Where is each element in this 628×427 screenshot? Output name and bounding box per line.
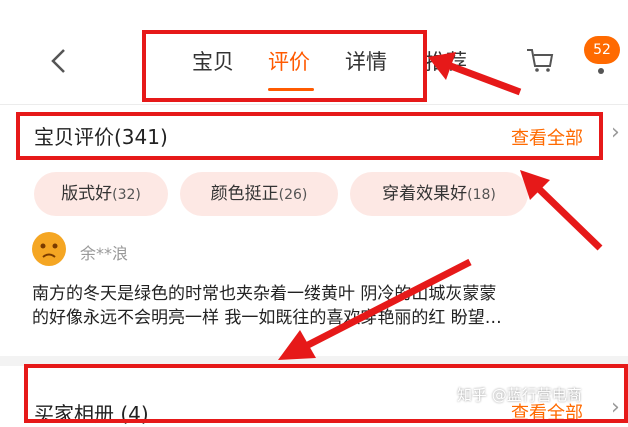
cart-button[interactable] (525, 46, 555, 74)
reviewer-name: 余**浪 (80, 244, 129, 263)
highlight-box-reviews (16, 112, 603, 160)
avatar (32, 232, 66, 266)
review-tag[interactable]: 颜色挺正(26) (180, 172, 338, 216)
back-button[interactable] (44, 44, 74, 78)
tag-count: (18) (467, 187, 496, 203)
chevron-right-icon: › (611, 120, 620, 145)
tag-label: 颜色挺正 (210, 184, 279, 204)
more-dot-icon[interactable] (598, 68, 604, 74)
header-divider (0, 104, 628, 105)
review-text-line: 南方的冬天是绿色的时常也夹杂着一缕黄叶 阴冷的山城灰蒙蒙 (32, 284, 497, 304)
highlight-box-album (24, 364, 628, 423)
message-badge[interactable]: 52 (584, 36, 620, 64)
review-tag[interactable]: 版式好(32) (34, 172, 168, 216)
highlight-box-tabs (142, 30, 427, 102)
tag-count: (32) (112, 187, 141, 203)
review-text[interactable]: 南方的冬天是绿色的时常也夹杂着一缕黄叶 阴冷的山城灰蒙蒙 的好像永远不会明亮一样… (32, 282, 622, 330)
review-tag[interactable]: 穿着效果好(18) (350, 172, 528, 216)
tab-recommend[interactable]: 推荐 (425, 46, 467, 76)
tag-count: (26) (278, 187, 308, 203)
chevron-left-icon (51, 49, 65, 73)
tag-label: 版式好 (61, 184, 113, 204)
review-text-line: 的好像永远不会明亮一样 我一如既往的喜欢穿艳丽的红 盼望… (32, 308, 502, 328)
cart-icon (527, 49, 554, 72)
face-icon (33, 233, 65, 265)
tag-label: 穿着效果好 (382, 184, 468, 204)
